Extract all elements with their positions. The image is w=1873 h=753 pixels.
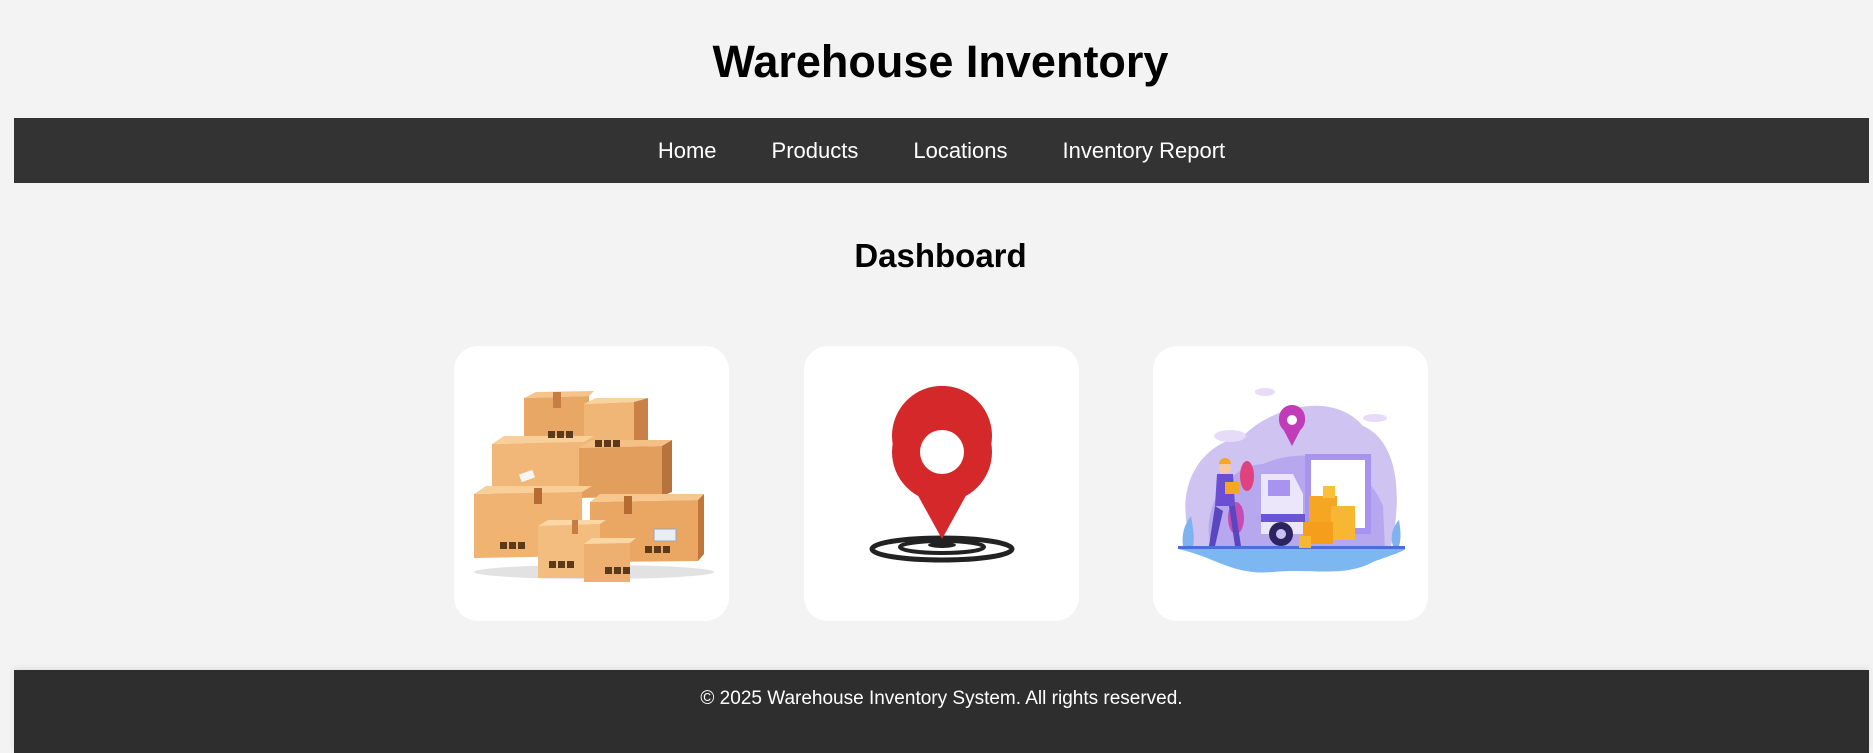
products-card[interactable]	[454, 346, 729, 621]
page-footer: © 2025 Warehouse Inventory System. All r…	[14, 670, 1869, 753]
dashboard-title: Dashboard	[854, 237, 1027, 274]
inventory-report-card[interactable]	[1153, 346, 1428, 621]
cardboard-boxes-icon	[474, 391, 714, 582]
nav-link-products[interactable]: Products	[772, 138, 859, 164]
location-pin-icon	[869, 385, 1015, 563]
site-title: Warehouse Inventory	[712, 36, 1169, 87]
nav-link-home[interactable]: Home	[658, 138, 717, 164]
main-navbar: Home Products Locations Inventory Report	[14, 118, 1869, 183]
footer-copyright: © 2025 Warehouse Inventory System. All r…	[700, 688, 1183, 709]
delivery-truck-illustration-icon	[1178, 388, 1405, 573]
nav-link-locations[interactable]: Locations	[913, 138, 1007, 164]
locations-card[interactable]	[804, 346, 1079, 621]
nav-link-inventory-report[interactable]: Inventory Report	[1063, 138, 1226, 164]
